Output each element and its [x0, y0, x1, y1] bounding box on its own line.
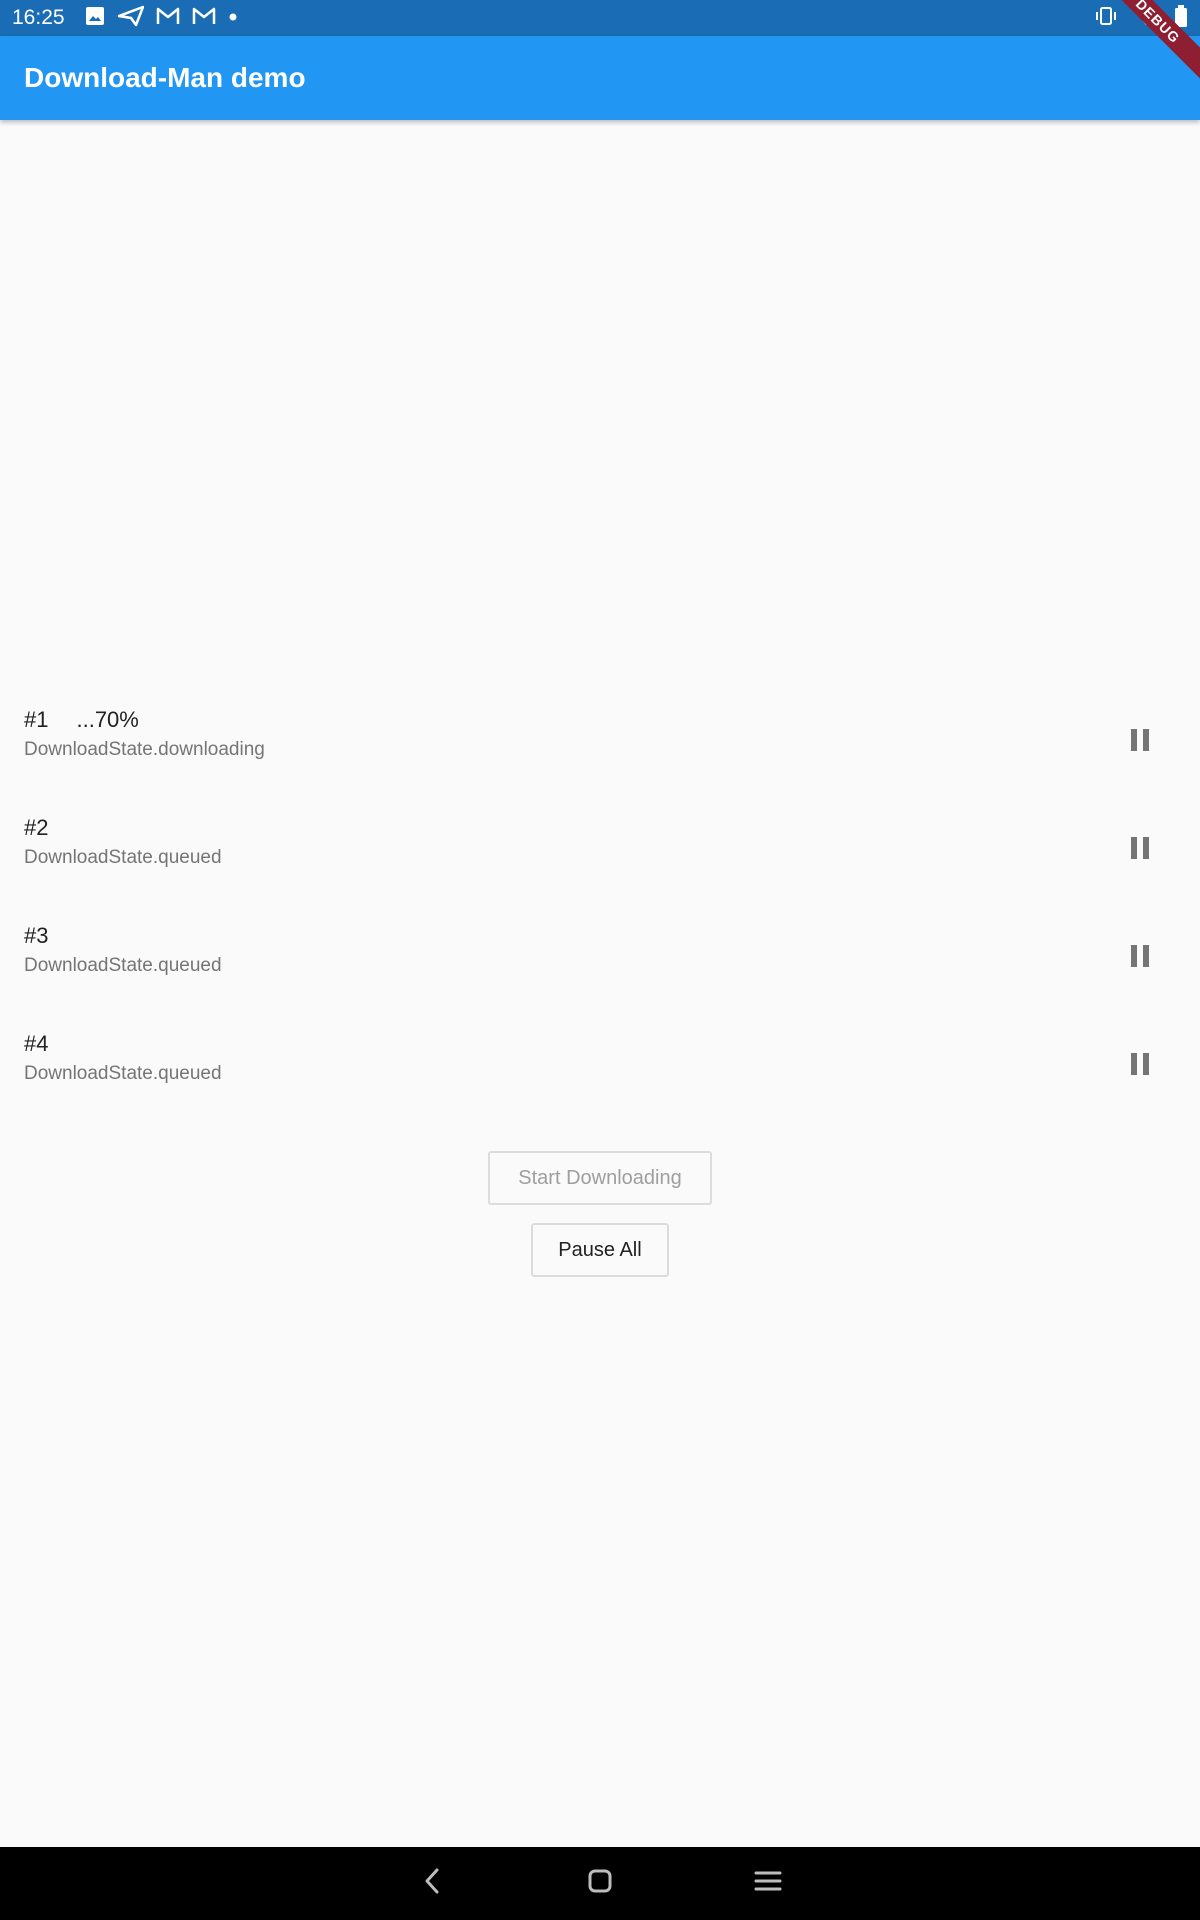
- page-title: Download-Man demo: [24, 62, 306, 93]
- download-title: #2: [24, 814, 48, 842]
- send-icon: [117, 5, 145, 32]
- download-number: #3: [24, 923, 49, 948]
- notification-icons: [84, 5, 238, 32]
- start-downloading-button[interactable]: Start Downloading: [488, 1151, 712, 1205]
- pause-icon: [1128, 1052, 1152, 1080]
- app-bar: Download-Man demo: [0, 36, 1200, 120]
- navigation-bar: [0, 1847, 1200, 1920]
- gmail-icon: [156, 6, 180, 31]
- download-list: #1 ...70% DownloadState.downloading #2 Do…: [0, 688, 1200, 1120]
- pause-icon: [1128, 836, 1152, 864]
- pause-icon: [1128, 944, 1152, 972]
- screen: 16:25 Download-Man demo DEBUG #1 ...70% …: [0, 0, 1200, 1920]
- status-bar: 16:25: [0, 0, 1200, 36]
- home-icon: [587, 1868, 613, 1899]
- vibrate-icon: [1094, 6, 1118, 31]
- download-title: #4: [24, 1030, 48, 1058]
- download-progress: ...70%: [76, 707, 139, 732]
- list-item[interactable]: #3 DownloadState.queued: [0, 904, 1200, 1012]
- dot-icon: [228, 9, 238, 27]
- download-number: #2: [24, 815, 49, 840]
- pause-icon: [1128, 728, 1152, 756]
- download-state: DownloadState.queued: [24, 847, 222, 868]
- back-icon: [420, 1867, 444, 1900]
- pause-button[interactable]: [1110, 826, 1170, 874]
- download-title: #1 ...70%: [24, 706, 139, 734]
- download-number: #4: [24, 1031, 49, 1056]
- back-button[interactable]: [408, 1859, 456, 1907]
- pause-button[interactable]: [1110, 718, 1170, 766]
- download-title: #3: [24, 922, 48, 950]
- download-number: #1: [24, 707, 49, 732]
- recents-button[interactable]: [744, 1859, 792, 1907]
- download-state: DownloadState.downloading: [24, 739, 265, 760]
- menu-icon: [754, 1869, 782, 1898]
- pause-button[interactable]: [1110, 934, 1170, 982]
- download-state: DownloadState.queued: [24, 1063, 222, 1084]
- pause-button[interactable]: [1110, 1042, 1170, 1090]
- status-time: 16:25: [12, 6, 65, 29]
- list-item[interactable]: #2 DownloadState.queued: [0, 796, 1200, 904]
- image-icon: [84, 5, 106, 32]
- list-item[interactable]: #1 ...70% DownloadState.downloading: [0, 688, 1200, 796]
- home-button[interactable]: [576, 1859, 624, 1907]
- pause-all-button[interactable]: Pause All: [531, 1223, 669, 1277]
- list-item[interactable]: #4 DownloadState.queued: [0, 1012, 1200, 1120]
- gmail-icon: [192, 6, 216, 31]
- download-state: DownloadState.queued: [24, 955, 222, 976]
